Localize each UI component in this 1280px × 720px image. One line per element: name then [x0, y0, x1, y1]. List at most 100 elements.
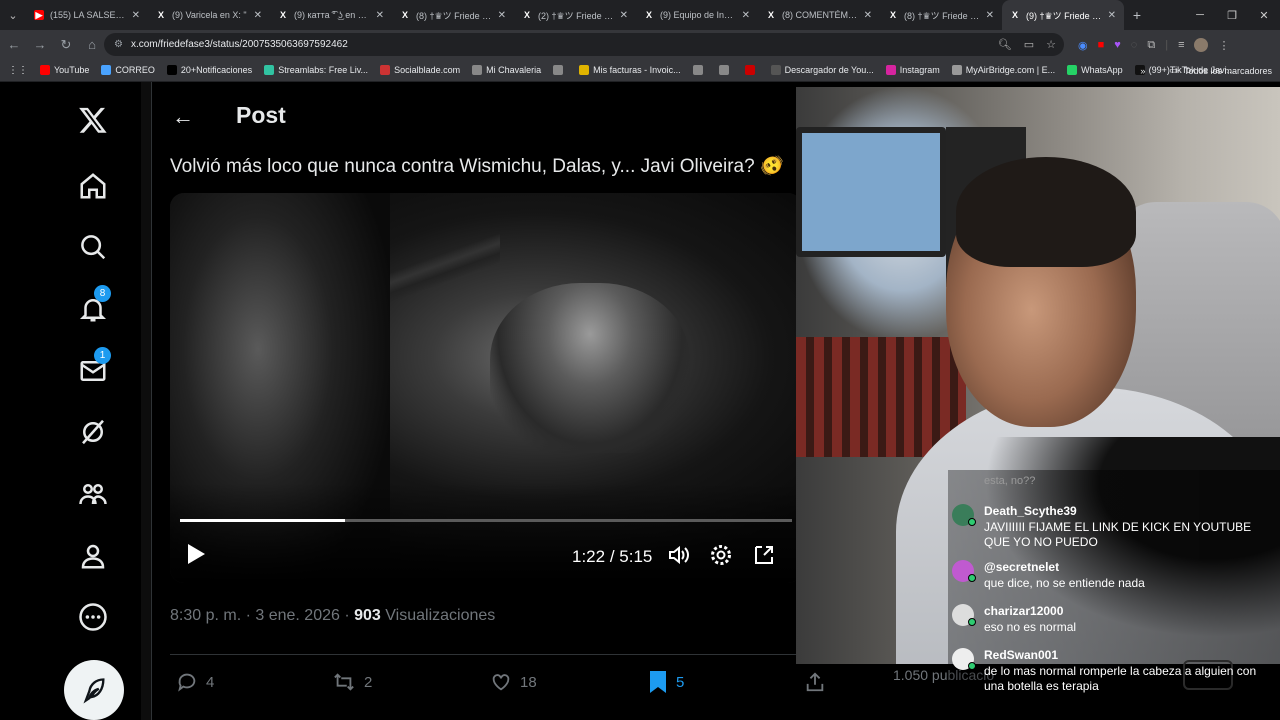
divider-icon: |: [1165, 39, 1169, 51]
repost-button[interactable]: 2: [332, 671, 372, 693]
views-count: 903: [354, 607, 381, 624]
bookmark-item[interactable]: CORREO: [95, 65, 161, 75]
share-button[interactable]: [804, 671, 826, 693]
extension-icon[interactable]: ◌: [1131, 39, 1138, 51]
explore-search-icon[interactable]: [62, 225, 124, 269]
bookmark-count: 5: [676, 673, 685, 691]
profile-icon[interactable]: [62, 534, 124, 578]
volume-icon[interactable]: [667, 543, 691, 567]
bookmark-item[interactable]: Mi Chavaleria: [466, 65, 547, 75]
reply-button[interactable]: 4: [176, 671, 214, 693]
close-tab-icon[interactable]: ✕: [1108, 10, 1116, 21]
bookmark-label: Mi Chavaleria: [486, 65, 542, 75]
browser-tab[interactable]: X (2) †♛ツ Friede ❁◕ ✕: [514, 0, 636, 30]
browser-tab[interactable]: X (8) †♛ツ Friede ❁◕ ✕: [880, 0, 1002, 30]
close-tab-icon[interactable]: ✕: [132, 10, 140, 21]
play-icon[interactable]: [186, 543, 206, 565]
browser-tab[interactable]: X (9) Equipo de Investi ✕: [636, 0, 758, 30]
url-text: x.com/friedefase3/status/200753506369759…: [130, 39, 348, 50]
close-tab-icon[interactable]: ✕: [864, 10, 872, 21]
time-separator: /: [609, 547, 615, 566]
extensions-puzzle-icon[interactable]: ⧉: [1147, 39, 1155, 52]
compose-post-button[interactable]: [64, 660, 124, 720]
grok-icon[interactable]: [62, 410, 124, 454]
profile-avatar[interactable]: [1194, 38, 1209, 52]
settings-gear-icon[interactable]: [709, 543, 733, 567]
close-window-icon[interactable]: ✕: [1248, 0, 1280, 30]
minimize-icon[interactable]: ─: [1184, 0, 1216, 30]
chat-username: RedSwan001: [984, 648, 1059, 662]
reload-icon[interactable]: ↻: [54, 33, 78, 57]
extension-icon[interactable]: ♥: [1114, 39, 1121, 51]
close-tab-icon[interactable]: ✕: [742, 10, 750, 21]
close-tab-icon[interactable]: ✕: [376, 10, 384, 21]
bookmark-button[interactable]: 5: [648, 670, 684, 694]
home-icon[interactable]: ⌂: [80, 33, 104, 57]
post-time[interactable]: 8:30 p. m.: [170, 607, 241, 624]
bookmark-item[interactable]: [687, 65, 713, 75]
bookmark-item[interactable]: Mis facturas - Invoic...: [573, 65, 687, 75]
webcam-person-hair: [956, 157, 1136, 267]
browser-tab[interactable]: X (9) Varicela en X: " ✕: [148, 0, 270, 30]
bookmark-item[interactable]: [739, 65, 765, 75]
reading-list-icon[interactable]: ≡: [1178, 39, 1184, 51]
forward-icon[interactable]: →: [28, 33, 52, 57]
bookmark-favicon-icon: [553, 65, 564, 75]
bookmark-item[interactable]: [547, 65, 573, 75]
back-arrow-icon[interactable]: ←: [172, 104, 194, 130]
restore-icon[interactable]: ❐: [1216, 0, 1248, 30]
more-bookmarks-icon[interactable]: »: [1140, 66, 1145, 76]
chat-text: de lo mas normal romperle la cabeza a al…: [984, 664, 1257, 693]
browser-tab[interactable]: X (8) COMENTÉMOSLO ✕: [758, 0, 880, 30]
chrome-menu-icon[interactable]: ⋮: [1218, 39, 1229, 52]
repost-icon: [334, 673, 354, 691]
video-progress-bar[interactable]: [180, 519, 792, 522]
tab-search-icon[interactable]: ⌄: [0, 0, 26, 30]
video-frame-mic: [390, 193, 500, 353]
bookmark-item[interactable]: Streamlabs: Free Liv...: [258, 65, 374, 75]
close-tab-icon[interactable]: ✕: [986, 10, 994, 21]
folder-icon: ▭: [1169, 65, 1178, 75]
messages-mail-icon[interactable]: 1: [62, 347, 124, 393]
bookmark-item[interactable]: WhatsApp: [1061, 65, 1129, 75]
bookmark-item[interactable]: Socialblade.com: [374, 65, 466, 75]
bookmark-star-icon[interactable]: ☆: [1046, 38, 1056, 51]
sidebar-scrollbar: [141, 82, 151, 720]
extension-icon[interactable]: ◉: [1078, 39, 1088, 52]
communities-icon[interactable]: [62, 472, 124, 516]
cast-icon[interactable]: ▭: [1024, 38, 1034, 51]
bookmark-item[interactable]: Instagram: [880, 65, 946, 75]
pip-popout-icon[interactable]: [752, 543, 776, 567]
bookmark-favicon-icon: [40, 65, 50, 75]
video-player[interactable]: 1:22 / 5:15: [170, 193, 802, 583]
heart-icon: [492, 674, 510, 691]
like-button[interactable]: 18: [490, 671, 537, 693]
bookmark-item[interactable]: Descargador de You...: [765, 65, 880, 75]
browser-tab[interactable]: ▶ (155) LA SALSERÍA TI ✕: [26, 0, 148, 30]
site-info-icon[interactable]: ⚙: [114, 39, 123, 50]
new-tab-button[interactable]: +: [1124, 7, 1150, 23]
chat-status-dot: [968, 518, 976, 526]
url-field[interactable]: ⚙ x.com/friedefase3/status/2007535063697…: [104, 33, 1064, 56]
more-options-icon[interactable]: [62, 595, 124, 639]
bookmark-item[interactable]: MyAirBridge.com | E...: [946, 65, 1061, 75]
home-nav-icon[interactable]: [62, 164, 124, 208]
browser-tab[interactable]: X (9) †♛ツ Friede ❁◕ ✕: [1002, 0, 1124, 30]
x-logo-icon[interactable]: [62, 98, 124, 142]
bookmark-item[interactable]: YouTube: [34, 65, 95, 75]
address-bar-row: ← → ↻ ⌂ ⚙ x.com/friedefase3/status/20075…: [0, 30, 1280, 59]
browser-tab[interactable]: X (9) катта ͡° ͜ʖ en X: "A ✕: [270, 0, 392, 30]
bookmark-item[interactable]: 20+Notificaciones: [161, 65, 258, 75]
all-bookmarks[interactable]: Todos los marcadores: [1184, 66, 1272, 76]
extension-icon[interactable]: ■: [1098, 39, 1105, 51]
apps-icon[interactable]: ⋮⋮: [0, 65, 34, 76]
browser-tab[interactable]: X (8) †♛ツ Friede ❁◕ ✕: [392, 0, 514, 30]
bookmark-item[interactable]: [713, 65, 739, 75]
close-tab-icon[interactable]: ✕: [498, 10, 506, 21]
zoom-icon[interactable]: 🔍︎: [998, 38, 1012, 51]
notifications-bell-icon[interactable]: 8: [62, 285, 124, 331]
close-tab-icon[interactable]: ✕: [254, 10, 262, 21]
back-icon[interactable]: ←: [2, 33, 26, 57]
close-tab-icon[interactable]: ✕: [620, 10, 628, 21]
post-date[interactable]: 3 ene. 2026: [255, 607, 340, 624]
